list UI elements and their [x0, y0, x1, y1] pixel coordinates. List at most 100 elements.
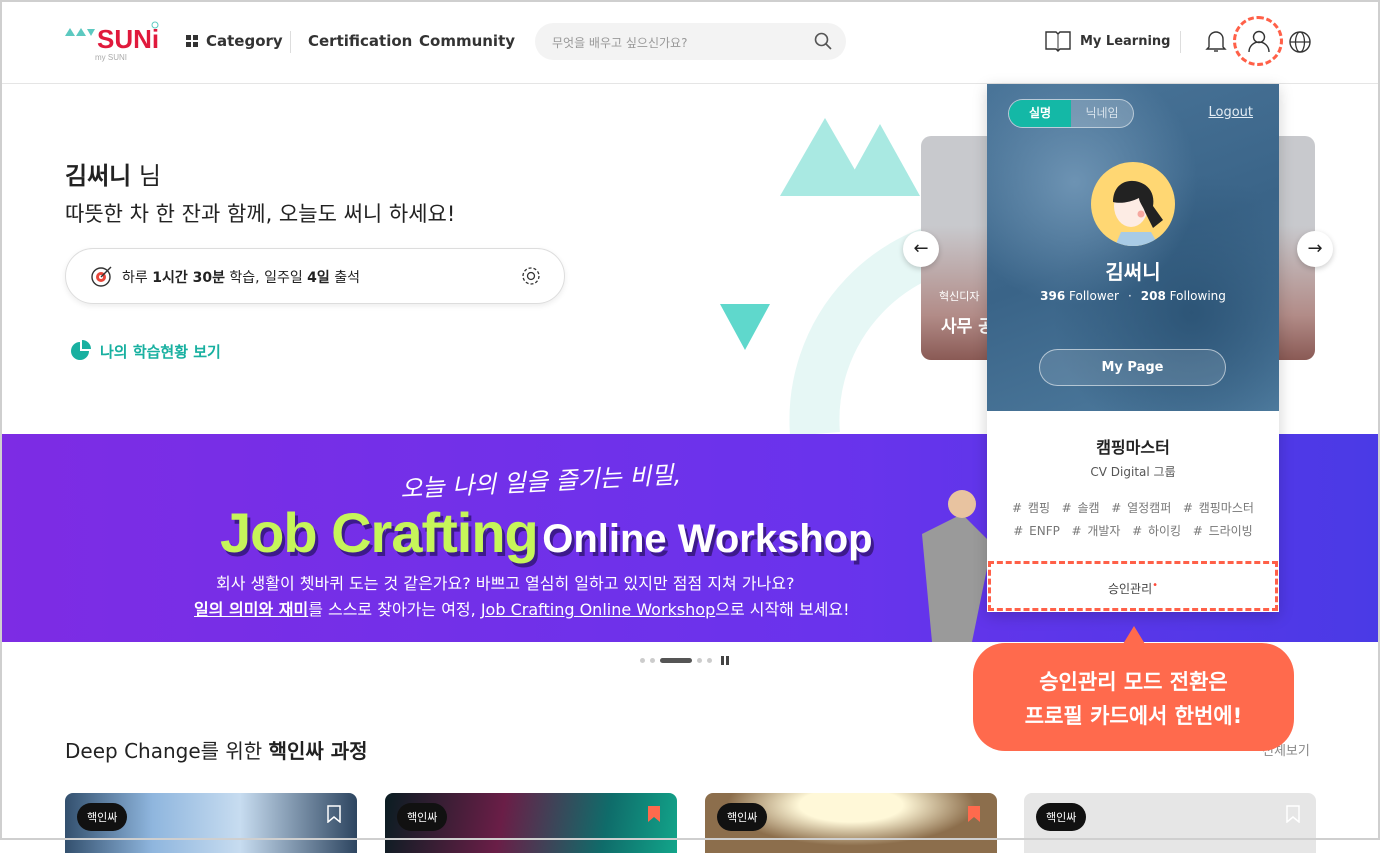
avatar-illustration-icon — [1113, 180, 1163, 246]
search-placeholder: 무엇을 배우고 싶으신가요? — [552, 36, 688, 50]
bookmark-icon[interactable] — [1286, 805, 1300, 823]
course-tag: 핵인싸 — [397, 803, 448, 831]
course-tag: 핵인싸 — [717, 803, 768, 831]
divider — [1180, 31, 1181, 53]
section-title-text: Deep Change를 위한 — [65, 739, 269, 763]
banner-line1: 회사 생활이 쳇바퀴 도는 것 같은가요? 바쁘고 열심히 일하고 있지만 점점… — [216, 574, 795, 593]
goal-text: 학습, 일주일 — [224, 270, 308, 286]
follower-count: 396 — [1040, 289, 1066, 303]
banner-text: 를 스스로 찾아가는 여정, — [308, 600, 481, 619]
bookmark-filled-icon[interactable] — [967, 805, 981, 823]
page-dot[interactable] — [697, 658, 702, 663]
goal-days: 4일 — [307, 270, 330, 286]
tooltip-callout: 승인관리 모드 전환은프로필 카드에서 한번에! — [973, 643, 1294, 751]
profile-card-header: 실명 닉네임 Logout 김써니 396 Follower · 208 Follow… — [987, 84, 1279, 411]
pause-icon[interactable] — [721, 656, 729, 665]
following-label: Following — [1165, 289, 1226, 303]
approval-management-button[interactable]: 승인관리• — [988, 561, 1278, 611]
following-count: 208 — [1140, 289, 1166, 303]
search-icon[interactable] — [814, 32, 832, 50]
section-title: Deep Change를 위한 핵인싸 과정 — [65, 735, 368, 764]
follower-label: Follower — [1065, 289, 1119, 303]
nav-community[interactable]: Community — [419, 32, 515, 50]
learning-status-link[interactable]: 나의 학습현황 보기 — [70, 340, 221, 362]
toggle-real-name[interactable]: 실명 — [1009, 100, 1071, 127]
name-mode-toggle[interactable]: 실명 닉네임 — [1008, 99, 1134, 128]
learning-status-label: 나의 학습현황 보기 — [100, 342, 221, 361]
target-icon — [91, 266, 112, 287]
banner-title-sub: Online Workshop — [542, 517, 873, 561]
pie-chart-icon — [71, 340, 91, 360]
course-tag: 핵인싸 — [77, 803, 128, 831]
banner-text: 으로 시작해 보세요! — [715, 600, 850, 619]
greeting-subtitle: 따뜻한 차 한 잔과 함께, 오늘도 써니 하세요! — [65, 202, 456, 226]
honorific: 님 — [131, 162, 161, 190]
profile-tags: # ENFP # 개발자 # 하이킹 # 드라이빙 — [1013, 524, 1253, 538]
banner-line2: 일의 의미와 재미를 스스로 찾아가는 여정, Job Crafting Onl… — [194, 596, 850, 620]
profile-name: 김써니 — [1105, 260, 1161, 284]
nav-certification[interactable]: Certification — [308, 32, 412, 50]
grid-icon — [186, 34, 198, 47]
svg-text:my SUNI: my SUNI — [95, 53, 127, 62]
course-card[interactable]: 핵인싸 — [1024, 793, 1316, 853]
avatar[interactable] — [1091, 162, 1175, 246]
profile-button[interactable] — [1233, 16, 1283, 66]
learning-goal: 하루 1시간 30분 학습, 일주일 4일 출석 — [65, 248, 565, 304]
divider — [290, 31, 291, 53]
suni-logo-icon: SUNimy SUNI — [65, 21, 159, 62]
goal-text: 하루 — [122, 270, 153, 286]
tooltip-line: 승인관리 모드 전환은 — [1039, 670, 1228, 694]
nav-category[interactable]: Category — [186, 32, 283, 50]
profile-nickname: 캠핑마스터 — [1096, 438, 1170, 457]
logout-link[interactable]: Logout — [1208, 105, 1253, 120]
user-icon — [1248, 30, 1270, 53]
goal-text: 출석 — [329, 270, 361, 286]
my-learning-label: My Learning — [1080, 33, 1171, 49]
banner-script: 오늘 나의 일을 즐기는 비밀, — [399, 460, 682, 504]
banner-title-main: Job Crafting — [220, 501, 539, 564]
page-dot-active[interactable] — [660, 658, 692, 663]
globe-icon[interactable] — [1288, 30, 1312, 54]
carousel-prev-button[interactable]: ← — [903, 231, 939, 267]
tooltip-arrow — [1123, 626, 1145, 644]
follow-stats: 396 Follower · 208 Following — [1040, 289, 1226, 303]
greeting: 김써니 님 — [65, 156, 161, 191]
arrow-right-icon: → — [1307, 238, 1323, 259]
goal-time: 1시간 30분 — [152, 270, 225, 286]
profile-card: 실명 닉네임 Logout 김써니 396 Follower · 208 Follow… — [987, 84, 1279, 612]
toggle-nickname[interactable]: 닉네임 — [1071, 100, 1133, 127]
course-card[interactable]: 핵인싸 — [385, 793, 677, 853]
my-page-button[interactable]: My Page — [1039, 349, 1226, 386]
page-dot[interactable] — [707, 658, 712, 663]
user-name: 김써니 — [65, 162, 132, 190]
search-input[interactable]: 무엇을 배우고 싶으신가요? — [535, 23, 846, 60]
arrow-left-icon: ← — [913, 238, 929, 259]
banner-highlight: Job Crafting Online Workshop — [480, 600, 716, 619]
carousel-next-button[interactable]: → — [1297, 231, 1333, 267]
course-card[interactable]: 핵인싸 — [705, 793, 997, 853]
nav-category-label: Category — [206, 32, 283, 50]
profile-tags: # 캠핑 # 솔캠 # 열정캠퍼 # 캠핑마스터 — [1012, 501, 1254, 515]
tooltip-line: 프로필 카드에서 한번에! — [1024, 704, 1243, 728]
logo[interactable]: SUNi my SUNI — [65, 20, 165, 64]
carousel-category: 혁신디자 — [939, 290, 980, 303]
bell-icon[interactable] — [1205, 29, 1227, 53]
banner-highlight: 일의 의미와 재미 — [194, 600, 309, 619]
course-tag: 핵인싸 — [1036, 803, 1087, 831]
new-badge-dot: • — [1152, 580, 1159, 591]
bookmark-icon[interactable] — [327, 805, 341, 823]
book-icon — [1045, 31, 1071, 52]
section-title-bold: 핵인싸 과정 — [268, 739, 368, 763]
header: SUNi my SUNI Category Certification Commu… — [0, 0, 1380, 84]
page-dot[interactable] — [650, 658, 655, 663]
page-dot[interactable] — [640, 658, 645, 663]
banner-pagination[interactable] — [640, 656, 729, 665]
course-card[interactable]: 핵인싸 — [65, 793, 357, 853]
svg-text:SUNi: SUNi — [97, 24, 159, 54]
bookmark-filled-icon[interactable] — [647, 805, 661, 823]
approval-label: 승인관리 — [1107, 582, 1153, 596]
gear-icon[interactable] — [520, 265, 542, 287]
profile-group: CV Digital 그룹 — [1090, 465, 1176, 479]
carousel-title: 사무 공 — [941, 317, 994, 337]
my-learning-button[interactable]: My Learning — [1045, 30, 1171, 52]
